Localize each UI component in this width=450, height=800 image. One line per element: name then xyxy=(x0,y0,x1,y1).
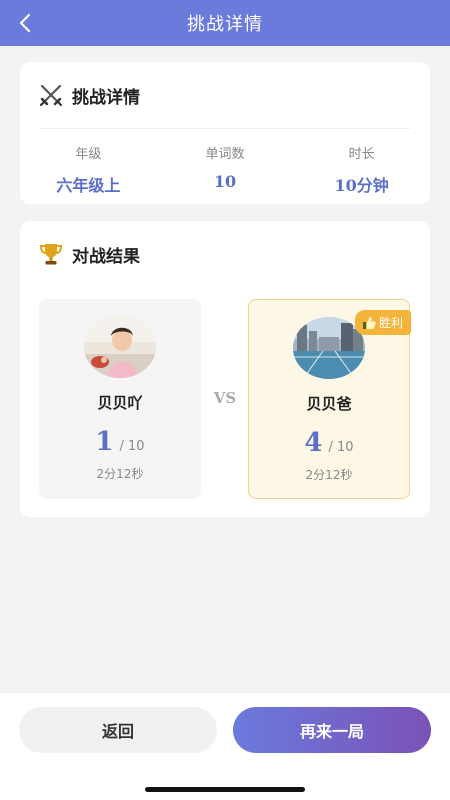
nav-bar: 挑战详情 xyxy=(0,0,450,46)
battle-result-card: 对战结果 贝贝吖 1 / 10 2分12秒 VS 胜利 贝贝爸 4 / 10 2… xyxy=(20,221,430,517)
bottom-action-bar: 返回 再来一局 xyxy=(0,693,450,800)
stat-label: 年级 xyxy=(75,147,102,162)
crossed-swords-icon xyxy=(39,84,63,107)
player-name: 贝贝爸 xyxy=(306,395,352,413)
player-score: 1 / 10 xyxy=(39,427,201,457)
back-to-list-button[interactable]: 返回 xyxy=(19,707,217,753)
stats-row: 年级 六年级上 单词数 10 时长 10分钟 xyxy=(20,129,430,196)
stat-word-count: 单词数 10 xyxy=(165,143,285,196)
trophy-icon xyxy=(39,244,63,265)
challenge-info-card: 挑战详情 年级 六年级上 单词数 10 时长 10分钟 xyxy=(20,62,430,204)
stat-label: 单词数 xyxy=(205,147,245,162)
player-name: 贝贝吖 xyxy=(97,394,143,412)
winner-badge: 胜利 xyxy=(354,310,411,335)
player-score: 4 / 10 xyxy=(249,428,409,458)
player-card-winner: 胜利 贝贝爸 4 / 10 2分12秒 xyxy=(248,299,411,499)
card-title: 对战结果 xyxy=(72,246,140,267)
card-header: 挑战详情 xyxy=(20,62,430,128)
stat-duration: 时长 10分钟 xyxy=(302,143,422,196)
card-header: 对战结果 xyxy=(20,221,430,287)
stat-value: 10分钟 xyxy=(334,176,389,195)
thumbs-up-icon xyxy=(362,317,376,329)
player-time: 2分12秒 xyxy=(305,468,353,482)
stat-grade: 年级 六年级上 xyxy=(28,143,148,196)
player-card: 贝贝吖 1 / 10 2分12秒 xyxy=(39,299,201,499)
player-time: 2分12秒 xyxy=(96,467,144,481)
stat-label: 时长 xyxy=(348,147,375,162)
back-button[interactable] xyxy=(14,12,36,34)
chevron-left-icon xyxy=(19,13,31,33)
play-again-button[interactable]: 再来一局 xyxy=(233,707,431,753)
page-title: 挑战详情 xyxy=(187,14,263,35)
home-indicator[interactable] xyxy=(145,787,305,792)
stat-value: 10 xyxy=(213,172,237,191)
score-total: / 10 xyxy=(328,440,354,455)
stat-value: 六年级上 xyxy=(56,176,121,195)
vs-label: VS xyxy=(213,389,237,407)
winner-badge-label: 胜利 xyxy=(378,316,403,330)
score-value: 4 xyxy=(304,428,323,458)
avatar xyxy=(84,316,156,378)
card-title: 挑战详情 xyxy=(72,87,140,108)
score-value: 1 xyxy=(95,427,114,457)
score-total: / 10 xyxy=(119,439,145,454)
